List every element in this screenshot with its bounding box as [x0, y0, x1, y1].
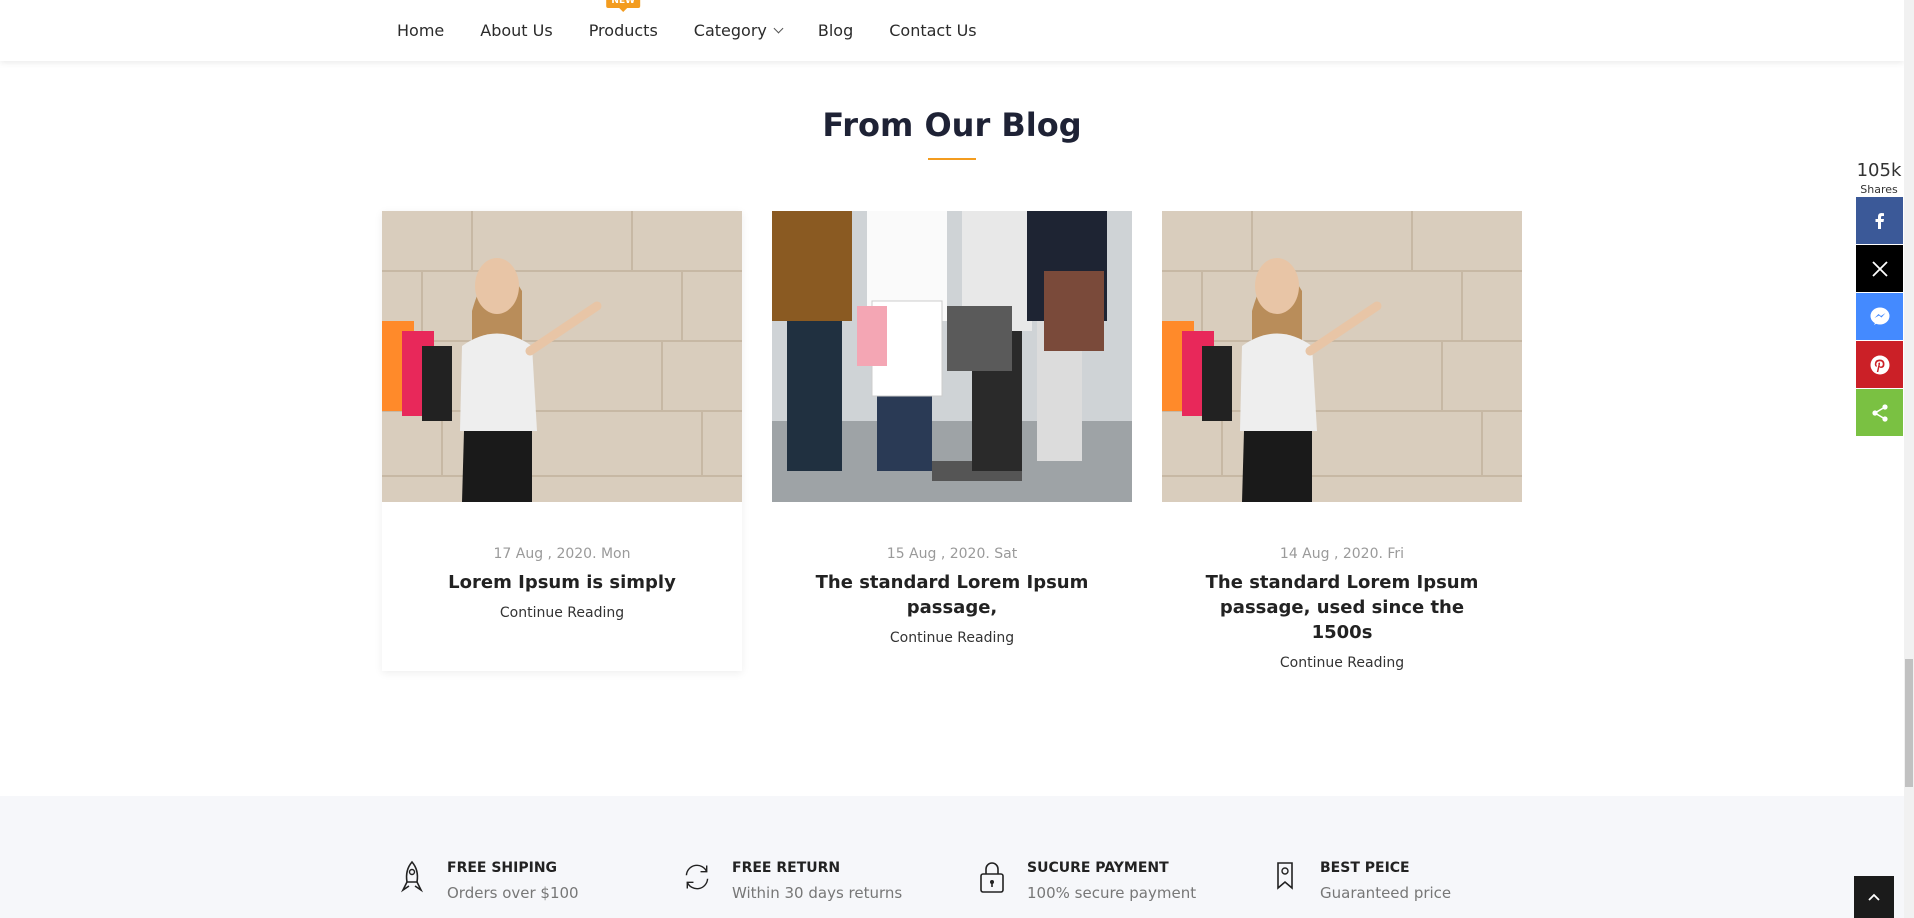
facebook-icon — [1875, 212, 1884, 229]
post-title[interactable]: The standard Lorem Ipsum passage, — [812, 570, 1092, 620]
post-date: 15 Aug , 2020. Sat — [886, 546, 1018, 562]
section-title: From Our Blog — [822, 106, 1082, 144]
chevron-up-icon — [1868, 893, 1880, 901]
feature-title: BEST PEICE — [1320, 860, 1410, 876]
blog-image-woman-shopping[interactable] — [1162, 211, 1522, 502]
page-scrollbar[interactable] — [1904, 0, 1914, 918]
scrollbar-thumb[interactable] — [1905, 659, 1913, 787]
share-label: Shares — [1860, 183, 1898, 196]
top-navbar: Home About Us NEW Products Category Blog… — [0, 0, 1904, 61]
continue-reading-link[interactable]: Continue Reading — [772, 630, 1132, 646]
more-share-button[interactable] — [1856, 389, 1903, 436]
pinterest-share-button[interactable] — [1856, 341, 1903, 388]
nav-about-us[interactable]: About Us — [480, 21, 552, 40]
feature-price: BEST PEICE Guaranteed price — [1270, 860, 1451, 902]
feature-title: SUCURE PAYMENT — [1027, 860, 1169, 876]
chevron-down-icon — [773, 23, 784, 34]
blog-card: 14 Aug , 2020. Fri The standard Lorem Ip… — [1162, 211, 1522, 671]
blog-image-woman-shopping[interactable] — [382, 211, 742, 502]
nav-blog-label: Blog — [817, 21, 854, 40]
back-to-top-button[interactable] — [1854, 876, 1894, 918]
share-counter: 105k Shares — [1856, 160, 1902, 196]
continue-reading-link[interactable]: Continue Reading — [382, 605, 742, 621]
post-title[interactable]: The standard Lorem Ipsum passage, used s… — [1202, 570, 1482, 645]
refresh-icon — [685, 864, 709, 890]
features-band: FREE SHIPING Orders over $100 FREE RETUR… — [0, 796, 1904, 918]
feature-shipping: FREE SHIPING Orders over $100 — [397, 860, 579, 902]
nav-products-label: Products — [588, 21, 658, 40]
messenger-share-button[interactable] — [1856, 293, 1903, 340]
nav-home-label: Home — [397, 21, 445, 40]
feature-subtitle: Guaranteed price — [1320, 884, 1452, 902]
nav-contact-label: Contact Us — [889, 21, 977, 40]
blog-card: 15 Aug , 2020. Sat The standard Lorem Ip… — [772, 211, 1132, 671]
feature-payment: SUCURE PAYMENT 100% secure payment — [977, 860, 1196, 902]
feature-subtitle: 100% secure payment — [1027, 884, 1197, 902]
x-icon — [1871, 260, 1888, 277]
nav-blog[interactable]: Blog — [818, 21, 853, 40]
nav-contact-us[interactable]: Contact Us — [889, 21, 976, 40]
nav-category-label: Category — [693, 21, 767, 40]
feature-title: FREE RETURN — [732, 860, 841, 876]
post-title[interactable]: Lorem Ipsum is simply — [422, 570, 702, 595]
x-share-button[interactable] — [1856, 245, 1903, 292]
nav-category[interactable]: Category — [693, 21, 784, 40]
feature-subtitle: Orders over $100 — [447, 884, 579, 902]
nav-products[interactable]: NEW Products — [588, 0, 658, 40]
title-underline — [928, 158, 976, 160]
blog-image-group-shopping[interactable] — [772, 211, 1132, 502]
post-date: 17 Aug , 2020. Mon — [493, 546, 631, 562]
share-count: 105k — [1856, 160, 1902, 181]
nav-home[interactable]: Home — [397, 21, 444, 40]
lock-icon — [980, 862, 1004, 893]
blog-card: 17 Aug , 2020. Mon Lorem Ipsum is simply… — [382, 211, 742, 671]
messenger-icon — [1870, 307, 1889, 325]
feature-title: FREE SHIPING — [447, 860, 558, 876]
feature-subtitle: Within 30 days returns — [732, 884, 903, 902]
tag-icon — [1277, 862, 1293, 890]
nav-about-label: About Us — [480, 21, 553, 40]
facebook-share-button[interactable] — [1856, 197, 1903, 244]
feature-return: FREE RETURN Within 30 days returns — [682, 860, 902, 902]
rocket-icon — [400, 860, 424, 893]
share-icon — [1871, 403, 1888, 422]
continue-reading-link[interactable]: Continue Reading — [1162, 655, 1522, 671]
post-date: 14 Aug , 2020. Fri — [1279, 546, 1405, 562]
pinterest-icon — [1870, 355, 1889, 374]
new-badge: NEW — [606, 0, 641, 12]
main-nav: Home About Us NEW Products Category Blog… — [397, 0, 1013, 61]
